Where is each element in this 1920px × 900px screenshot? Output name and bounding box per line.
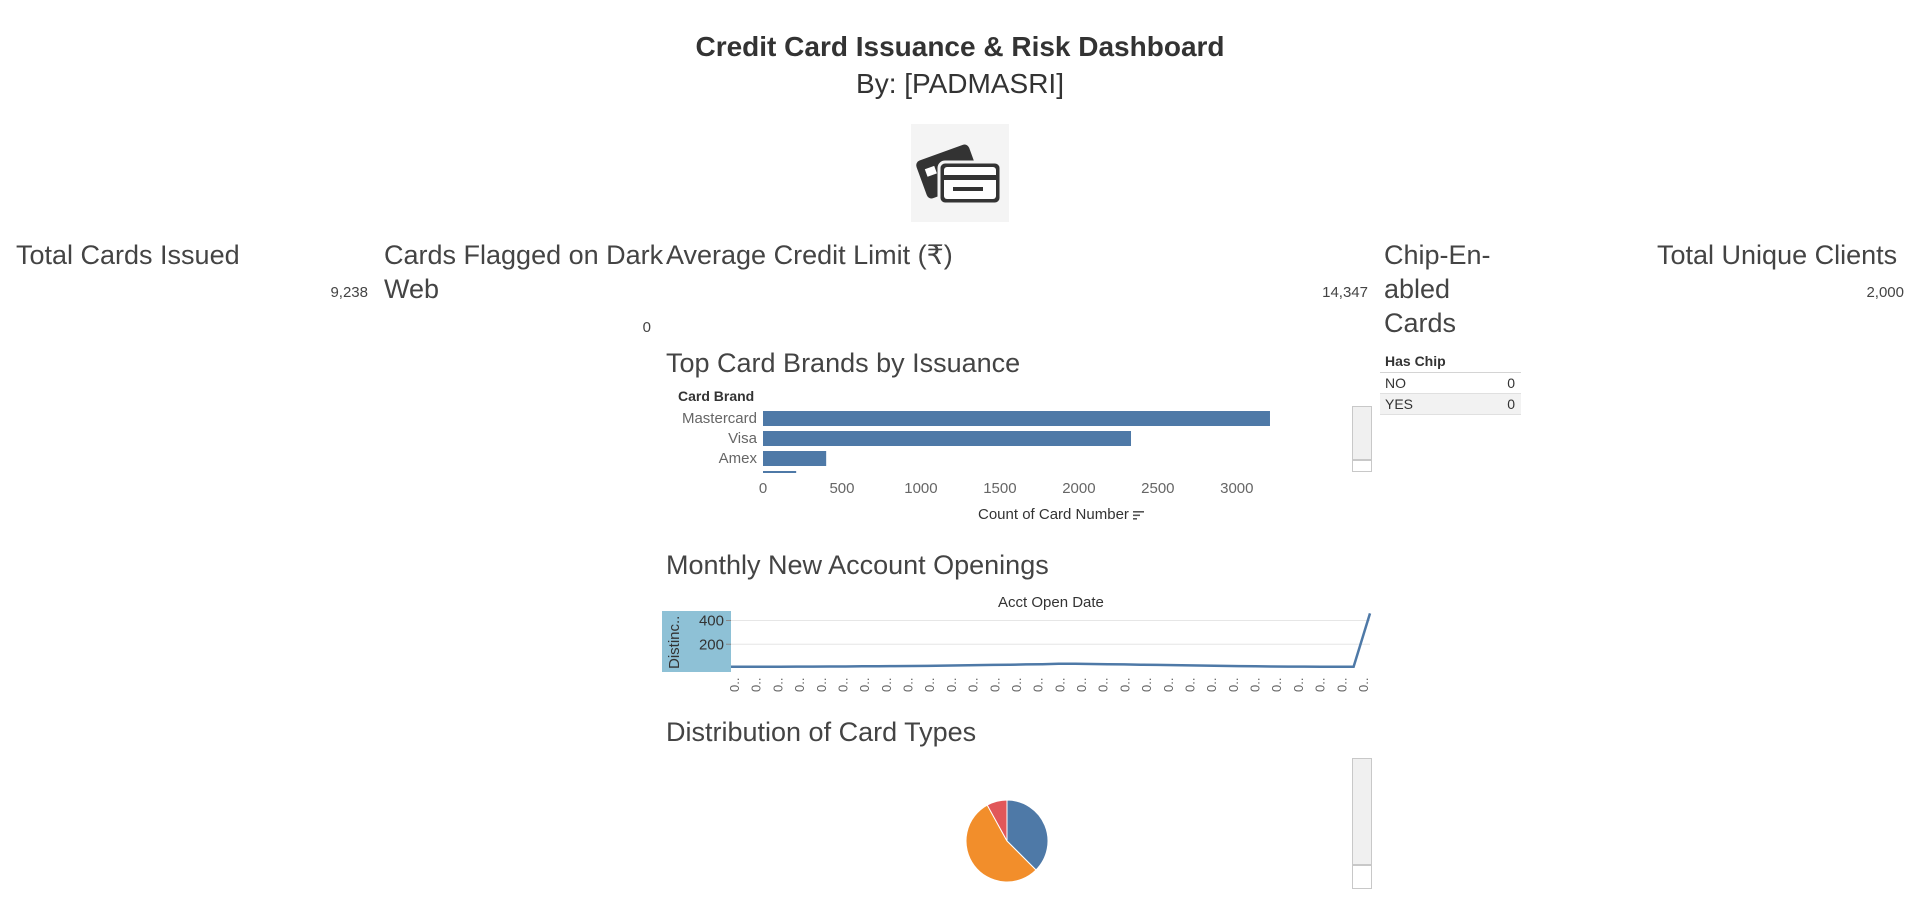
x-tick-label: 0..: [727, 678, 742, 692]
x-tick-label: 0..: [1226, 678, 1241, 692]
bar: [763, 431, 1132, 446]
x-tick-label: 0..: [1248, 678, 1263, 692]
kpi-unique-clients-label: Total Unique Clients: [1657, 240, 1898, 270]
kpi-dark-web-label: Cards Flagged on Dark Web: [384, 238, 663, 306]
x-tick-label: 0..: [1269, 678, 1284, 692]
x-tick-label: 0..: [1182, 678, 1197, 692]
kpi-dark-web-label-line1: Cards Flagged on Dark: [384, 240, 664, 270]
scrollbar-button[interactable]: [1352, 460, 1372, 472]
x-tick-label: 0..: [966, 678, 981, 692]
x-tick-label: 2000: [1062, 480, 1095, 497]
x-tick-label: 0..: [770, 678, 785, 692]
x-tick-label: 0..: [1313, 678, 1328, 692]
card-types-pie-chart: [965, 799, 1049, 883]
types-section-title: Distribution of Card Types: [666, 717, 977, 747]
bar: [763, 451, 827, 466]
x-tick-label: 0..: [1334, 678, 1349, 692]
x-tick-label: 0..: [792, 678, 807, 692]
x-tick-label: 1000: [904, 480, 937, 497]
brands-scrollbar[interactable]: [1352, 406, 1372, 472]
chip-row-label: YES: [1385, 396, 1414, 412]
chip-row-value: 0: [1507, 396, 1515, 412]
monthly-section-title: Monthly New Account Openings: [666, 550, 1049, 580]
kpi-dark-web-label-line2: Web: [384, 274, 440, 304]
x-tick-label: 0..: [1291, 678, 1306, 692]
x-tick-label: 0..: [814, 678, 829, 692]
x-tick-label: 2500: [1141, 480, 1174, 497]
x-tick-label: 0: [759, 480, 767, 497]
monthly-line-chart: 400 200 0.. 0.. 0.. 0.. 0.. 0.. 0.. 0.. 0.. 0.. 0.. 0…: [699, 613, 1372, 692]
kpi-avg-limit-label: Average Credit Limit (₹): [666, 240, 953, 270]
y-tick-label: 400: [699, 613, 724, 630]
x-tick-label: 0..: [1009, 678, 1024, 692]
x-tick-label: 0..: [1204, 678, 1219, 692]
dashboard-subtitle: By: [PADMASRI]: [856, 68, 1064, 99]
brands-bar-chart: Mastercard Visa Amex0 500 1000 1500 2000 2500 30…: [682, 410, 1270, 497]
kpi-total-cards-value: 9,238: [330, 284, 368, 301]
x-tick-label: 0..: [879, 678, 894, 692]
chip-table: Has Chip NO 0 YES 0: [1380, 352, 1521, 415]
bar-category-label: Amex: [719, 450, 758, 467]
series-line: [731, 613, 1372, 669]
bar: [763, 411, 1270, 426]
brands-axis-title: Count of Card Number: [978, 506, 1145, 524]
x-tick-label: 0..: [922, 678, 937, 692]
x-tick-label: 0..: [901, 678, 916, 692]
chip-row-value: 0: [1507, 375, 1515, 391]
x-tick-label: 0..: [944, 678, 959, 692]
scrollbar-track[interactable]: [1352, 758, 1372, 865]
x-tick-label: 0..: [1139, 678, 1154, 692]
x-tick-label: 500: [829, 480, 854, 497]
dashboard-title: Credit Card Issuance & Risk Dashboard: [695, 31, 1225, 62]
kpi-chip-label-line1: Chip-En-: [1384, 240, 1491, 270]
kpi-chip-label-line2: abled: [1384, 274, 1451, 304]
scrollbar-button[interactable]: [1352, 865, 1372, 889]
sort-descending-icon[interactable]: [1133, 507, 1145, 524]
x-tick-label: 1500: [983, 480, 1016, 497]
chip-row-label: NO: [1385, 375, 1406, 391]
bar: [763, 471, 797, 473]
x-tick-label: 3000: [1220, 480, 1253, 497]
x-tick-label: 0..: [1096, 678, 1111, 692]
credit-cards-icon: [911, 124, 1009, 222]
x-tick-label: 0..: [987, 678, 1002, 692]
kpi-unique-clients-value: 2,000: [1866, 284, 1904, 301]
kpi-total-cards-label: Total Cards Issued: [16, 240, 240, 270]
x-tick-label: 0..: [1031, 678, 1046, 692]
x-tick-label: 0..: [749, 678, 764, 692]
chip-table-header: Has Chip: [1380, 352, 1521, 373]
y-tick-label: 200: [699, 636, 724, 653]
table-row[interactable]: YES 0: [1380, 394, 1521, 415]
x-tick-label: 0..: [1074, 678, 1089, 692]
kpi-chip-label-line3: Cards: [1384, 308, 1457, 338]
x-tick-label: 0..: [1356, 678, 1371, 692]
x-tick-label: 0..: [1161, 678, 1176, 692]
x-tick-label: 0..: [1052, 678, 1067, 692]
kpi-avg-limit-value: 14,347: [1322, 284, 1368, 301]
types-scrollbar[interactable]: [1352, 758, 1372, 889]
brands-section-title: Top Card Brands by Issuance: [666, 348, 1021, 378]
table-row[interactable]: NO 0: [1380, 373, 1521, 394]
kpi-chip-label: Chip-En- abled Cards: [1384, 238, 1491, 340]
x-tick-label: 0..: [835, 678, 850, 692]
bar-category-label: Mastercard: [682, 410, 757, 427]
scrollbar-track[interactable]: [1352, 406, 1372, 460]
x-tick-label: 0..: [1117, 678, 1132, 692]
brands-axis-label: Count of Card Number: [978, 506, 1129, 523]
kpi-dark-web-value: 0: [642, 319, 651, 336]
bar-category-label: Visa: [728, 430, 758, 447]
x-tick-label: 0..: [857, 678, 872, 692]
